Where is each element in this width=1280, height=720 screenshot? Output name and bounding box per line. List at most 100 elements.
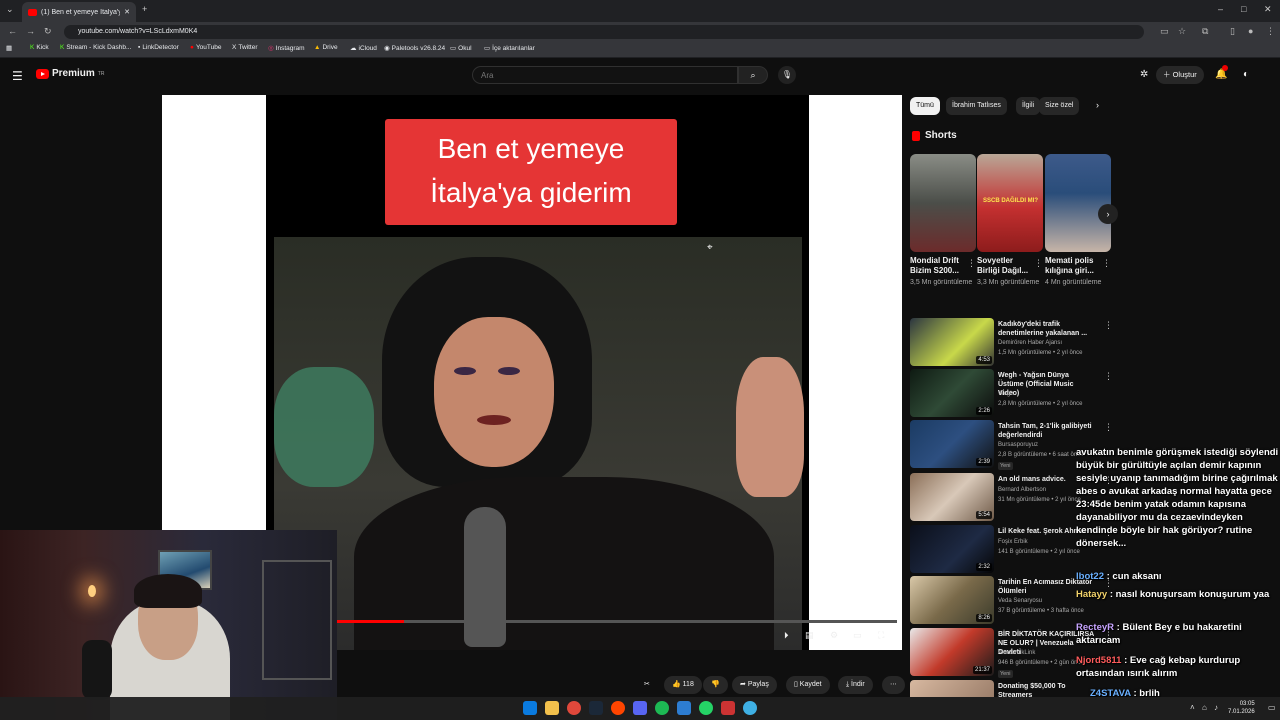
sidebar-icon[interactable]: ▯ — [1230, 26, 1235, 37]
search-input[interactable]: Ara — [472, 66, 738, 84]
download-button[interactable]: ⤓ İndir — [838, 676, 873, 694]
like-button[interactable]: 👍 118 — [664, 676, 702, 694]
app-icon[interactable] — [611, 701, 625, 715]
short-card[interactable]: Mondial Drift Bizim S200... 3,5 Mn görün… — [910, 154, 976, 287]
video-more-icon[interactable]: ⋮ — [1104, 371, 1113, 382]
short-card[interactable]: SSCB DAĞILDI MI? Sovyetler Birliği Dağıl… — [977, 154, 1043, 287]
video-thumbnail[interactable]: 2:39 — [910, 420, 994, 468]
bookmark-instagram[interactable]: ◎ Instagram — [268, 44, 305, 52]
notifications-icon[interactable]: ▭ — [1268, 703, 1276, 712]
voice-search-button[interactable]: 🎙 — [778, 66, 796, 84]
browser-menu-icon[interactable]: ⋮ — [1266, 26, 1275, 37]
create-button[interactable]: ＋ Oluştur — [1156, 66, 1204, 84]
discord-icon[interactable] — [633, 701, 647, 715]
bookmark-icloud[interactable]: ☁ iCloud — [350, 44, 377, 52]
channel-name[interactable]: Veda Senaryosu — [998, 598, 1042, 604]
apps-icon[interactable]: ▦ — [6, 44, 12, 52]
browser-tab[interactable]: (1) Ben et yemeye İtalya'ya gid ✕ — [22, 2, 136, 22]
channel-name[interactable]: Foşix Erbik — [998, 539, 1028, 545]
gear-icon[interactable]: ✲ — [1140, 69, 1148, 80]
bookmark-okul[interactable]: ▭ Okul — [450, 44, 472, 52]
whatsapp-icon[interactable] — [699, 701, 713, 715]
video-thumbnail[interactable]: 2:32 — [910, 525, 994, 573]
app-icon[interactable] — [677, 701, 691, 715]
edge-icon[interactable] — [743, 701, 757, 715]
file-explorer-icon[interactable] — [545, 701, 559, 715]
channel-name[interactable]: Bernard Albertson — [998, 487, 1046, 493]
menu-icon[interactable]: ☰ — [12, 69, 23, 83]
video-progress-bar[interactable] — [337, 620, 897, 623]
tray-chevron-icon[interactable]: ˄ — [1190, 703, 1195, 712]
video-title[interactable]: Kadıköy'deki trafik denetimlerine yakala… — [998, 320, 1094, 338]
chip-for-you[interactable]: Size özel — [1039, 97, 1080, 115]
cast-icon[interactable]: ▭ — [1160, 26, 1169, 37]
profile-icon[interactable]: ● — [1248, 26, 1253, 36]
clock[interactable]: 03:05 7.01.2026 — [1228, 700, 1255, 716]
short-thumbnail[interactable] — [1045, 154, 1111, 252]
forward-icon[interactable]: → — [26, 26, 35, 36]
recommended-video[interactable]: 4:53 Kadıköy'deki trafik denetimlerine y… — [910, 318, 1113, 366]
video-thumbnail[interactable]: 2:26 — [910, 369, 994, 417]
steam-icon[interactable] — [589, 701, 603, 715]
spotify-icon[interactable] — [655, 701, 669, 715]
video-thumbnail[interactable]: 5:54 — [910, 473, 994, 521]
youtube-logo[interactable]: Premium TR — [36, 68, 104, 79]
video-thumbnail[interactable]: 8:26 — [910, 576, 994, 624]
video-more-icon[interactable]: ⋮ — [1104, 422, 1113, 433]
miniplayer-icon[interactable]: ▭ — [853, 630, 862, 641]
bookmark-kick-dashboard[interactable]: K Stream - Kick Dashb... — [60, 44, 131, 51]
video-thumbnail[interactable] — [910, 680, 994, 697]
short-more-icon[interactable]: ⋮ — [1102, 258, 1111, 269]
short-thumbnail[interactable]: SSCB DAĞILDI MI? — [977, 154, 1043, 252]
bookmark-linkdetector[interactable]: ▪ LinkDetector — [138, 44, 179, 51]
channel-name[interactable]: Demirören Haber Ajansı — [998, 340, 1062, 346]
chip-related[interactable]: İlgili — [1016, 97, 1041, 115]
channel-name[interactable]: Bursasporuyuz — [998, 442, 1038, 448]
search-button[interactable]: ⌕ — [738, 66, 768, 84]
dislike-button[interactable]: 👎 — [703, 676, 728, 694]
shorts-next-button[interactable]: › — [1098, 204, 1118, 224]
start-icon[interactable] — [523, 701, 537, 715]
short-title[interactable]: Memati polis kılığına giri... — [1045, 256, 1097, 276]
autoplay-toggle-icon[interactable]: ⏵ — [784, 630, 789, 641]
close-window-icon[interactable]: ✕ — [1264, 4, 1272, 15]
chip-ibrahim-tatlises[interactable]: İbrahim Tatlıses — [946, 97, 1007, 115]
bookmark-star-icon[interactable]: ☆ — [1178, 26, 1186, 37]
bookmark-kick[interactable]: K Kick — [30, 44, 49, 51]
short-more-icon[interactable]: ⋮ — [967, 258, 976, 269]
tab-list-icon[interactable]: ⌄ — [6, 4, 14, 15]
video-more-icon[interactable]: ⋮ — [1104, 320, 1113, 331]
recommended-video[interactable]: 2:26 Wegh - Yağsın Dünya Üstüme (Officia… — [910, 369, 1113, 417]
fullscreen-icon[interactable]: ⛶ — [878, 630, 884, 641]
subtitles-icon[interactable]: ▤ — [805, 630, 814, 641]
clip-icon[interactable]: ✂ — [644, 676, 650, 694]
video-thumbnail[interactable]: 4:53 — [910, 318, 994, 366]
bookmark-imported[interactable]: ▭ İçe aktarılanlar — [484, 44, 535, 52]
video-title[interactable]: Tahsin Tam, 2-1'lik galibiyeti değerlend… — [998, 422, 1094, 440]
short-thumbnail[interactable] — [910, 154, 976, 252]
save-button[interactable]: ▯ Kaydet — [786, 676, 830, 694]
url-field[interactable]: youtube.com/watch?v=LScLdxmM0K4 — [64, 25, 1144, 39]
settings-icon[interactable]: ⚙ — [830, 630, 838, 641]
video-thumbnail[interactable]: 21:37 — [910, 628, 994, 676]
chip-all[interactable]: Tümü — [910, 97, 940, 115]
network-icon[interactable]: ⌂ — [1202, 703, 1207, 712]
share-button[interactable]: ➦ Paylaş — [732, 676, 777, 694]
more-actions-button[interactable]: ⋯ — [882, 676, 905, 694]
maximize-icon[interactable]: □ — [1241, 4, 1246, 14]
bookmark-youtube[interactable]: ● YouTube — [190, 44, 221, 51]
channel-name[interactable]: AkademikLink — [998, 650, 1035, 656]
short-title[interactable]: Sovyetler Birliği Dağıl... — [977, 256, 1029, 276]
video-frame[interactable]: Ben et yemeye İtalya'ya giderim — [266, 95, 809, 650]
app-icon[interactable] — [721, 701, 735, 715]
back-icon[interactable]: ← — [8, 26, 17, 36]
minimize-icon[interactable]: – — [1218, 4, 1223, 14]
chips-next-icon[interactable]: › — [1096, 100, 1099, 110]
bookmark-twitter[interactable]: X Twitter — [232, 44, 258, 51]
chrome-icon[interactable] — [567, 701, 581, 715]
reload-icon[interactable]: ↻ — [44, 26, 52, 37]
account-icon[interactable]: ◐ — [1243, 69, 1249, 80]
extensions-icon[interactable]: ⧉ — [1202, 26, 1208, 37]
short-title[interactable]: Mondial Drift Bizim S200... — [910, 256, 962, 276]
short-more-icon[interactable]: ⋮ — [1034, 258, 1043, 269]
